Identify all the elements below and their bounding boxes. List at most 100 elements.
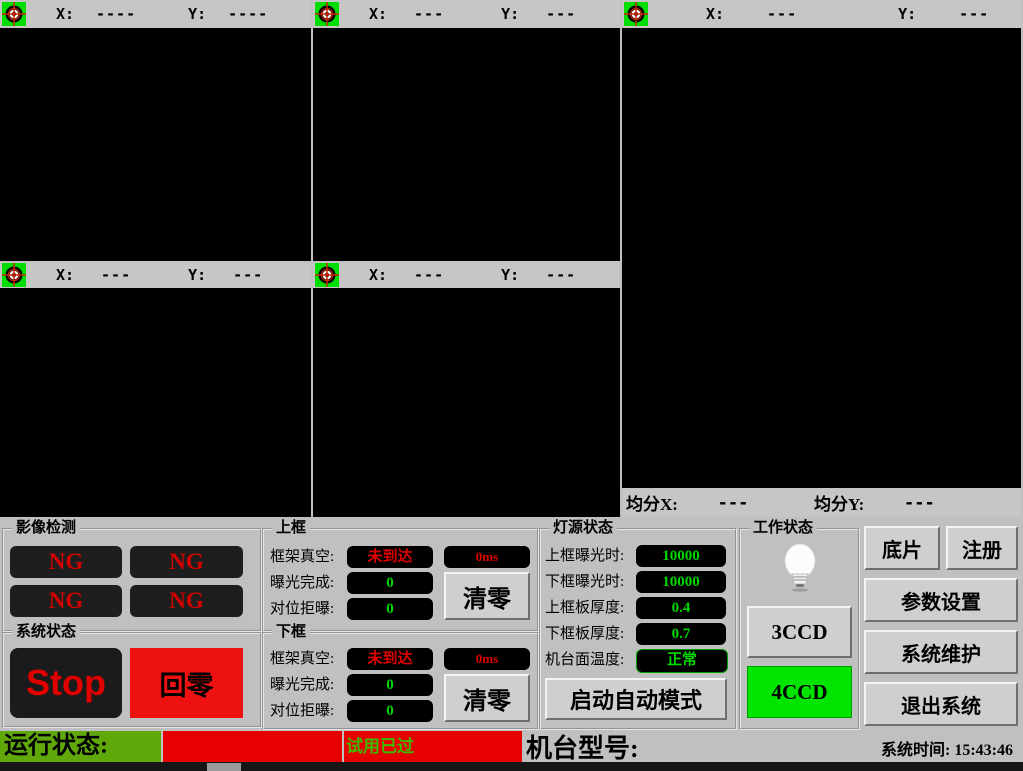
x-value: ---- — [74, 5, 158, 23]
vacuum-time: 0ms — [444, 546, 530, 568]
y-label: Y: — [188, 266, 206, 284]
home-zero-button[interactable]: 回零 — [130, 648, 243, 718]
detection-result-1[interactable]: NG — [10, 546, 122, 578]
run-status-label: 运行状态: — [0, 731, 161, 762]
vacuum-time: 0ms — [444, 648, 530, 670]
camera-header-2: X: --- Y: --- — [313, 0, 620, 28]
avg-x-value: --- — [678, 493, 788, 513]
light-source-title: 灯源状态 — [549, 519, 617, 537]
camera-header-1: X: ---- Y: ---- — [0, 0, 311, 28]
bottom-edge-strip — [0, 762, 1023, 771]
upper-frame-title: 上框 — [272, 519, 310, 537]
align-reject-label: 对位拒曝: — [270, 598, 334, 620]
align-reject-count: 0 — [347, 598, 433, 620]
machine-model-label: 机台型号: — [526, 728, 639, 765]
system-time-value: 15:43:46 — [954, 742, 1013, 759]
crosshair-target-icon — [315, 2, 339, 26]
upper-plate-thickness-value: 0.4 — [636, 597, 726, 619]
register-button[interactable]: 注册 — [946, 526, 1018, 570]
detection-result-4[interactable]: NG — [130, 585, 243, 617]
vacuum-label: 框架真空: — [270, 648, 334, 670]
y-value: --- — [519, 266, 603, 284]
camera-header-4: X: --- Y: --- — [0, 262, 311, 288]
avg-y-value: --- — [864, 493, 974, 513]
upper-clear-button[interactable]: 清零 — [444, 572, 530, 620]
vacuum-status: 未到达 — [347, 648, 433, 670]
exposure-done-count: 0 — [347, 572, 433, 594]
y-label: Y: — [501, 5, 519, 23]
machine-control-screen: X: ---- Y: ---- X: --- Y: --- X: --- Y: … — [0, 0, 1023, 771]
y-value: --- — [519, 5, 603, 23]
image-detection-title: 影像检测 — [12, 519, 80, 537]
lower-plate-thickness-label: 下框板厚度: — [545, 623, 624, 645]
ccd4-mode-button[interactable]: 4CCD — [747, 666, 852, 718]
crosshair-target-icon — [2, 2, 26, 26]
y-value: --- — [206, 266, 290, 284]
vacuum-status: 未到达 — [347, 546, 433, 568]
table-temperature-value: 正常 — [636, 649, 728, 673]
upper-exposure-time-value: 10000 — [636, 545, 726, 567]
upper-exposure-time-label: 上框曝光时: — [545, 545, 624, 567]
lower-plate-thickness-value: 0.7 — [636, 623, 726, 645]
x-label: X: — [369, 266, 387, 284]
lower-frame-title: 下框 — [272, 623, 310, 641]
film-button[interactable]: 底片 — [864, 526, 940, 570]
parameter-settings-button[interactable]: 参数设置 — [864, 578, 1018, 622]
camera-view-1 — [0, 28, 311, 261]
upper-frame-group: 上框 框架真空: 未到达 0ms 曝光完成: 0 对位拒曝: 0 清零 — [262, 528, 539, 632]
x-value: --- — [74, 266, 158, 284]
y-label: Y: — [188, 5, 206, 23]
x-value: --- — [724, 5, 840, 23]
run-status-indicator — [163, 731, 342, 762]
start-auto-mode-button[interactable]: 启动自动模式 — [545, 678, 727, 720]
camera-view-4 — [0, 288, 311, 517]
exposure-done-count: 0 — [347, 674, 433, 696]
system-status-group: 系统状态 Stop 回零 — [2, 632, 262, 728]
table-temperature-label: 机台面温度: — [545, 649, 624, 671]
vacuum-label: 框架真空: — [270, 546, 334, 568]
lower-exposure-time-label: 下框曝光时: — [545, 571, 624, 593]
detection-result-2[interactable]: NG — [130, 546, 243, 578]
crosshair-target-icon — [315, 263, 339, 287]
system-time-label: 系统时间: — [881, 742, 950, 759]
crosshair-target-icon — [2, 263, 26, 287]
trial-expired-text: 试用已过 — [344, 737, 414, 756]
exit-system-button[interactable]: 退出系统 — [864, 682, 1018, 726]
lamp-bulb-icon — [779, 542, 821, 607]
y-label: Y: — [898, 5, 916, 23]
camera-header-5: X: --- Y: --- — [313, 262, 620, 288]
x-label: X: — [56, 5, 74, 23]
x-value: --- — [387, 266, 471, 284]
ccd3-mode-button[interactable]: 3CCD — [747, 606, 852, 658]
average-coordinates-bar: 均分X: --- 均分Y: --- — [622, 488, 1021, 517]
camera-view-3 — [622, 28, 1021, 488]
camera-view-2 — [313, 28, 620, 261]
detection-result-3[interactable]: NG — [10, 585, 122, 617]
trial-status-indicator: 试用已过 — [344, 731, 522, 762]
crosshair-target-icon — [624, 2, 648, 26]
lower-clear-button[interactable]: 清零 — [444, 674, 530, 722]
camera-header-3: X: --- Y: --- — [622, 0, 1021, 28]
lower-exposure-time-value: 10000 — [636, 571, 726, 593]
x-value: --- — [387, 5, 471, 23]
system-maintenance-button[interactable]: 系统维护 — [864, 630, 1018, 674]
y-label: Y: — [501, 266, 519, 284]
image-detection-group: 影像检测 NG NG NG NG — [2, 528, 262, 632]
work-status-group: 工作状态 3CCD 4CCD — [739, 528, 860, 730]
align-reject-count: 0 — [347, 700, 433, 722]
x-label: X: — [706, 5, 724, 23]
x-label: X: — [56, 266, 74, 284]
work-status-title: 工作状态 — [749, 519, 817, 537]
system-status-title: 系统状态 — [12, 623, 80, 641]
lower-frame-group: 下框 框架真空: 未到达 0ms 曝光完成: 0 对位拒曝: 0 清零 — [262, 632, 539, 730]
exposure-done-label: 曝光完成: — [270, 572, 334, 594]
camera-view-5 — [313, 288, 620, 517]
taskbar-notch — [207, 763, 241, 771]
stop-button[interactable]: Stop — [10, 648, 122, 718]
upper-plate-thickness-label: 上框板厚度: — [545, 597, 624, 619]
exposure-done-label: 曝光完成: — [270, 674, 334, 696]
align-reject-label: 对位拒曝: — [270, 700, 334, 722]
system-time: 系统时间: 15:43:46 — [881, 736, 1013, 760]
light-source-status-group: 灯源状态 上框曝光时: 10000 下框曝光时: 10000 上框板厚度: 0.… — [539, 528, 737, 730]
y-value: --- — [916, 5, 1023, 23]
